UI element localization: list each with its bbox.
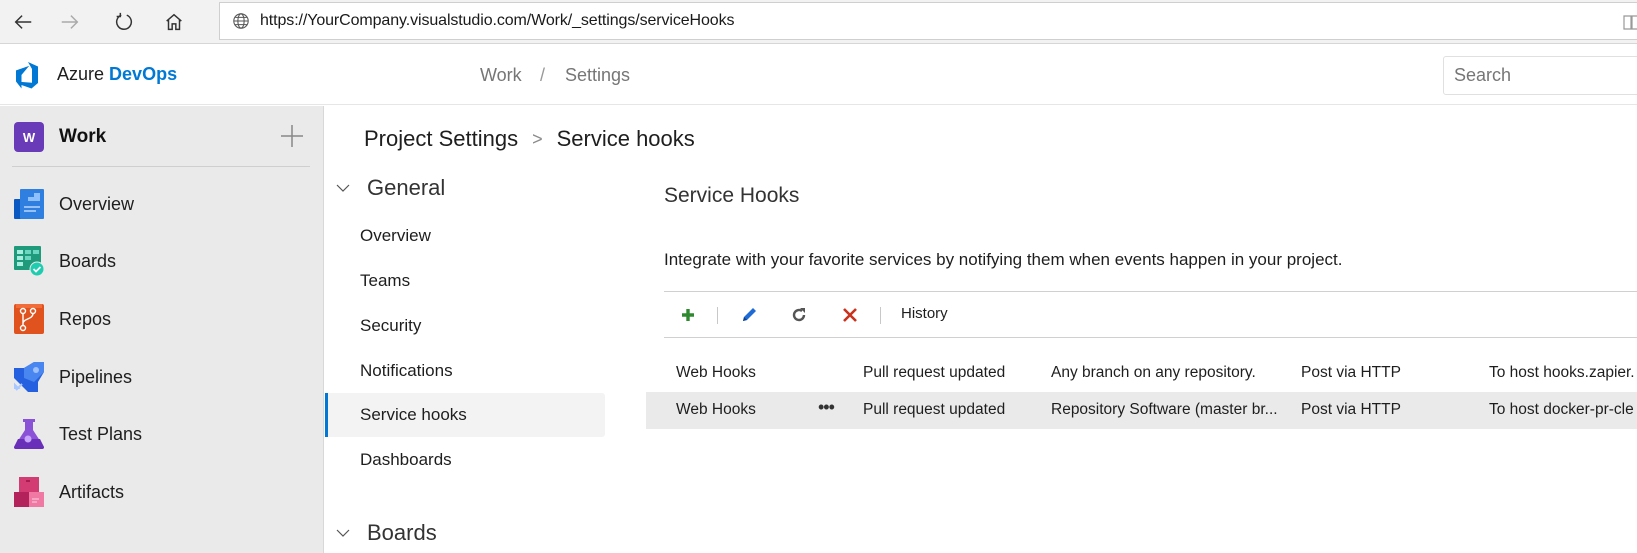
left-sidebar: W Work Overview Boards Repos Pipelines T… xyxy=(0,106,324,553)
action-cell: Post via HTTP xyxy=(1301,401,1401,418)
reading-view-icon[interactable] xyxy=(1622,12,1637,32)
sidebar-item-test-plans[interactable]: Test Plans xyxy=(0,406,323,462)
brand-name[interactable]: Azure DevOps xyxy=(57,64,177,85)
chevron-down-icon xyxy=(336,529,350,537)
sidebar-divider xyxy=(12,166,310,167)
refresh-icon xyxy=(792,308,806,322)
search-input[interactable]: Search xyxy=(1443,56,1637,95)
header-breadcrumb-settings[interactable]: Settings xyxy=(565,65,630,86)
breadcrumb-service-hooks: Service hooks xyxy=(556,126,695,151)
hooks-toolbar: History xyxy=(664,291,1637,338)
toolbar-divider xyxy=(880,307,881,324)
azure-devops-logo-icon[interactable] xyxy=(14,61,42,89)
back-arrow-icon xyxy=(14,15,32,29)
nav-group-label: General xyxy=(367,175,446,200)
section-description: Integrate with your favorite services by… xyxy=(664,250,1343,269)
forward-arrow-icon xyxy=(61,15,79,29)
header-breadcrumb-work[interactable]: Work xyxy=(480,65,522,86)
repos-icon xyxy=(14,304,44,334)
nav-item-teams[interactable]: Teams xyxy=(325,259,605,303)
subscriptions-table: Web Hooks Pull request updated Any branc… xyxy=(646,355,1637,429)
pipelines-icon xyxy=(14,362,44,392)
home-button[interactable] xyxy=(158,6,190,38)
nav-item-overview[interactable]: Overview xyxy=(325,214,605,258)
search-placeholder: Search xyxy=(1454,65,1512,85)
breadcrumb-project-settings[interactable]: Project Settings xyxy=(364,126,518,152)
sidebar-item-pipelines[interactable]: Pipelines xyxy=(0,349,323,405)
brand-prefix: Azure xyxy=(57,64,105,84)
page-breadcrumb: Project Settings > Service hooks xyxy=(364,126,695,152)
sidebar-item-label: Test Plans xyxy=(59,423,143,444)
history-button[interactable]: History xyxy=(901,305,948,322)
sidebar-item-repos[interactable]: Repos xyxy=(0,291,323,347)
app-header: Azure DevOps Work / Settings Search xyxy=(0,45,1637,105)
home-icon xyxy=(166,13,182,31)
plus-icon xyxy=(682,309,694,321)
browser-toolbar: https://YourCompany.visualstudio.com/Wor… xyxy=(0,0,1637,44)
event-cell: Pull request updated xyxy=(863,364,1006,381)
brand-devops: DevOps xyxy=(109,64,178,84)
action-cell: Post via HTTP xyxy=(1301,364,1401,381)
artifacts-icon xyxy=(14,477,44,507)
back-button[interactable] xyxy=(7,6,39,38)
project-avatar[interactable]: W xyxy=(14,122,44,152)
project-initial: W xyxy=(22,129,36,145)
sidebar-item-label: Overview xyxy=(59,193,135,214)
sidebar-item-overview[interactable]: Overview xyxy=(0,176,323,232)
section-title: Service Hooks xyxy=(664,184,800,207)
consumer-cell: Web Hooks xyxy=(676,401,756,418)
add-icon[interactable] xyxy=(279,123,305,149)
toolbar-divider xyxy=(717,307,718,324)
more-actions-icon[interactable]: ••• xyxy=(818,397,835,418)
nav-item-service-hooks[interactable]: Service hooks xyxy=(325,393,605,437)
header-breadcrumb-separator: / xyxy=(540,65,546,85)
nav-item-security[interactable]: Security xyxy=(325,304,605,348)
address-bar[interactable]: https://YourCompany.visualstudio.com/Wor… xyxy=(219,2,1637,40)
nav-group-label: Boards xyxy=(367,520,437,545)
filter-cell: Any branch on any repository. xyxy=(1051,364,1256,381)
nav-group-boards[interactable]: Boards xyxy=(335,520,437,546)
target-cell: To host docker-pr-cle xyxy=(1489,401,1634,418)
filter-cell: Repository Software (master br... xyxy=(1051,401,1278,418)
globe-icon xyxy=(233,13,249,29)
delete-subscription-button[interactable] xyxy=(837,302,863,328)
url-text: https://YourCompany.visualstudio.com/Wor… xyxy=(260,12,735,29)
consumer-cell: Web Hooks xyxy=(676,364,756,381)
sidebar-item-label: Artifacts xyxy=(59,481,125,502)
sidebar-item-label: Boards xyxy=(59,250,117,271)
sidebar-item-artifacts[interactable]: Artifacts xyxy=(0,464,323,520)
add-subscription-button[interactable] xyxy=(675,302,701,328)
sidebar-item-label: Pipelines xyxy=(59,366,133,387)
target-cell: To host hooks.zapier. xyxy=(1489,364,1635,381)
table-row[interactable]: Web Hooks ••• Pull request updated Repos… xyxy=(646,392,1637,429)
refresh-subscriptions-button[interactable] xyxy=(786,302,812,328)
sidebar-item-label: Repos xyxy=(59,308,112,329)
boards-icon xyxy=(14,246,44,276)
nav-item-dashboards[interactable]: Dashboards xyxy=(325,438,605,482)
overview-icon xyxy=(14,189,44,219)
nav-group-general[interactable]: General xyxy=(335,175,445,201)
event-cell: Pull request updated xyxy=(863,401,1006,418)
forward-button[interactable] xyxy=(54,6,86,38)
table-row[interactable]: Web Hooks Pull request updated Any branc… xyxy=(646,355,1637,392)
breadcrumb-chevron-icon: > xyxy=(532,128,543,149)
delete-x-icon xyxy=(843,308,857,322)
refresh-button[interactable] xyxy=(108,6,140,38)
refresh-icon xyxy=(115,12,133,30)
edit-subscription-button[interactable] xyxy=(736,302,762,328)
chevron-down-icon xyxy=(336,184,350,192)
sidebar-item-boards[interactable]: Boards xyxy=(0,233,323,289)
project-name[interactable]: Work xyxy=(59,126,106,148)
test-plans-icon xyxy=(14,419,44,449)
nav-item-notifications[interactable]: Notifications xyxy=(325,349,605,393)
pencil-icon xyxy=(743,308,756,321)
